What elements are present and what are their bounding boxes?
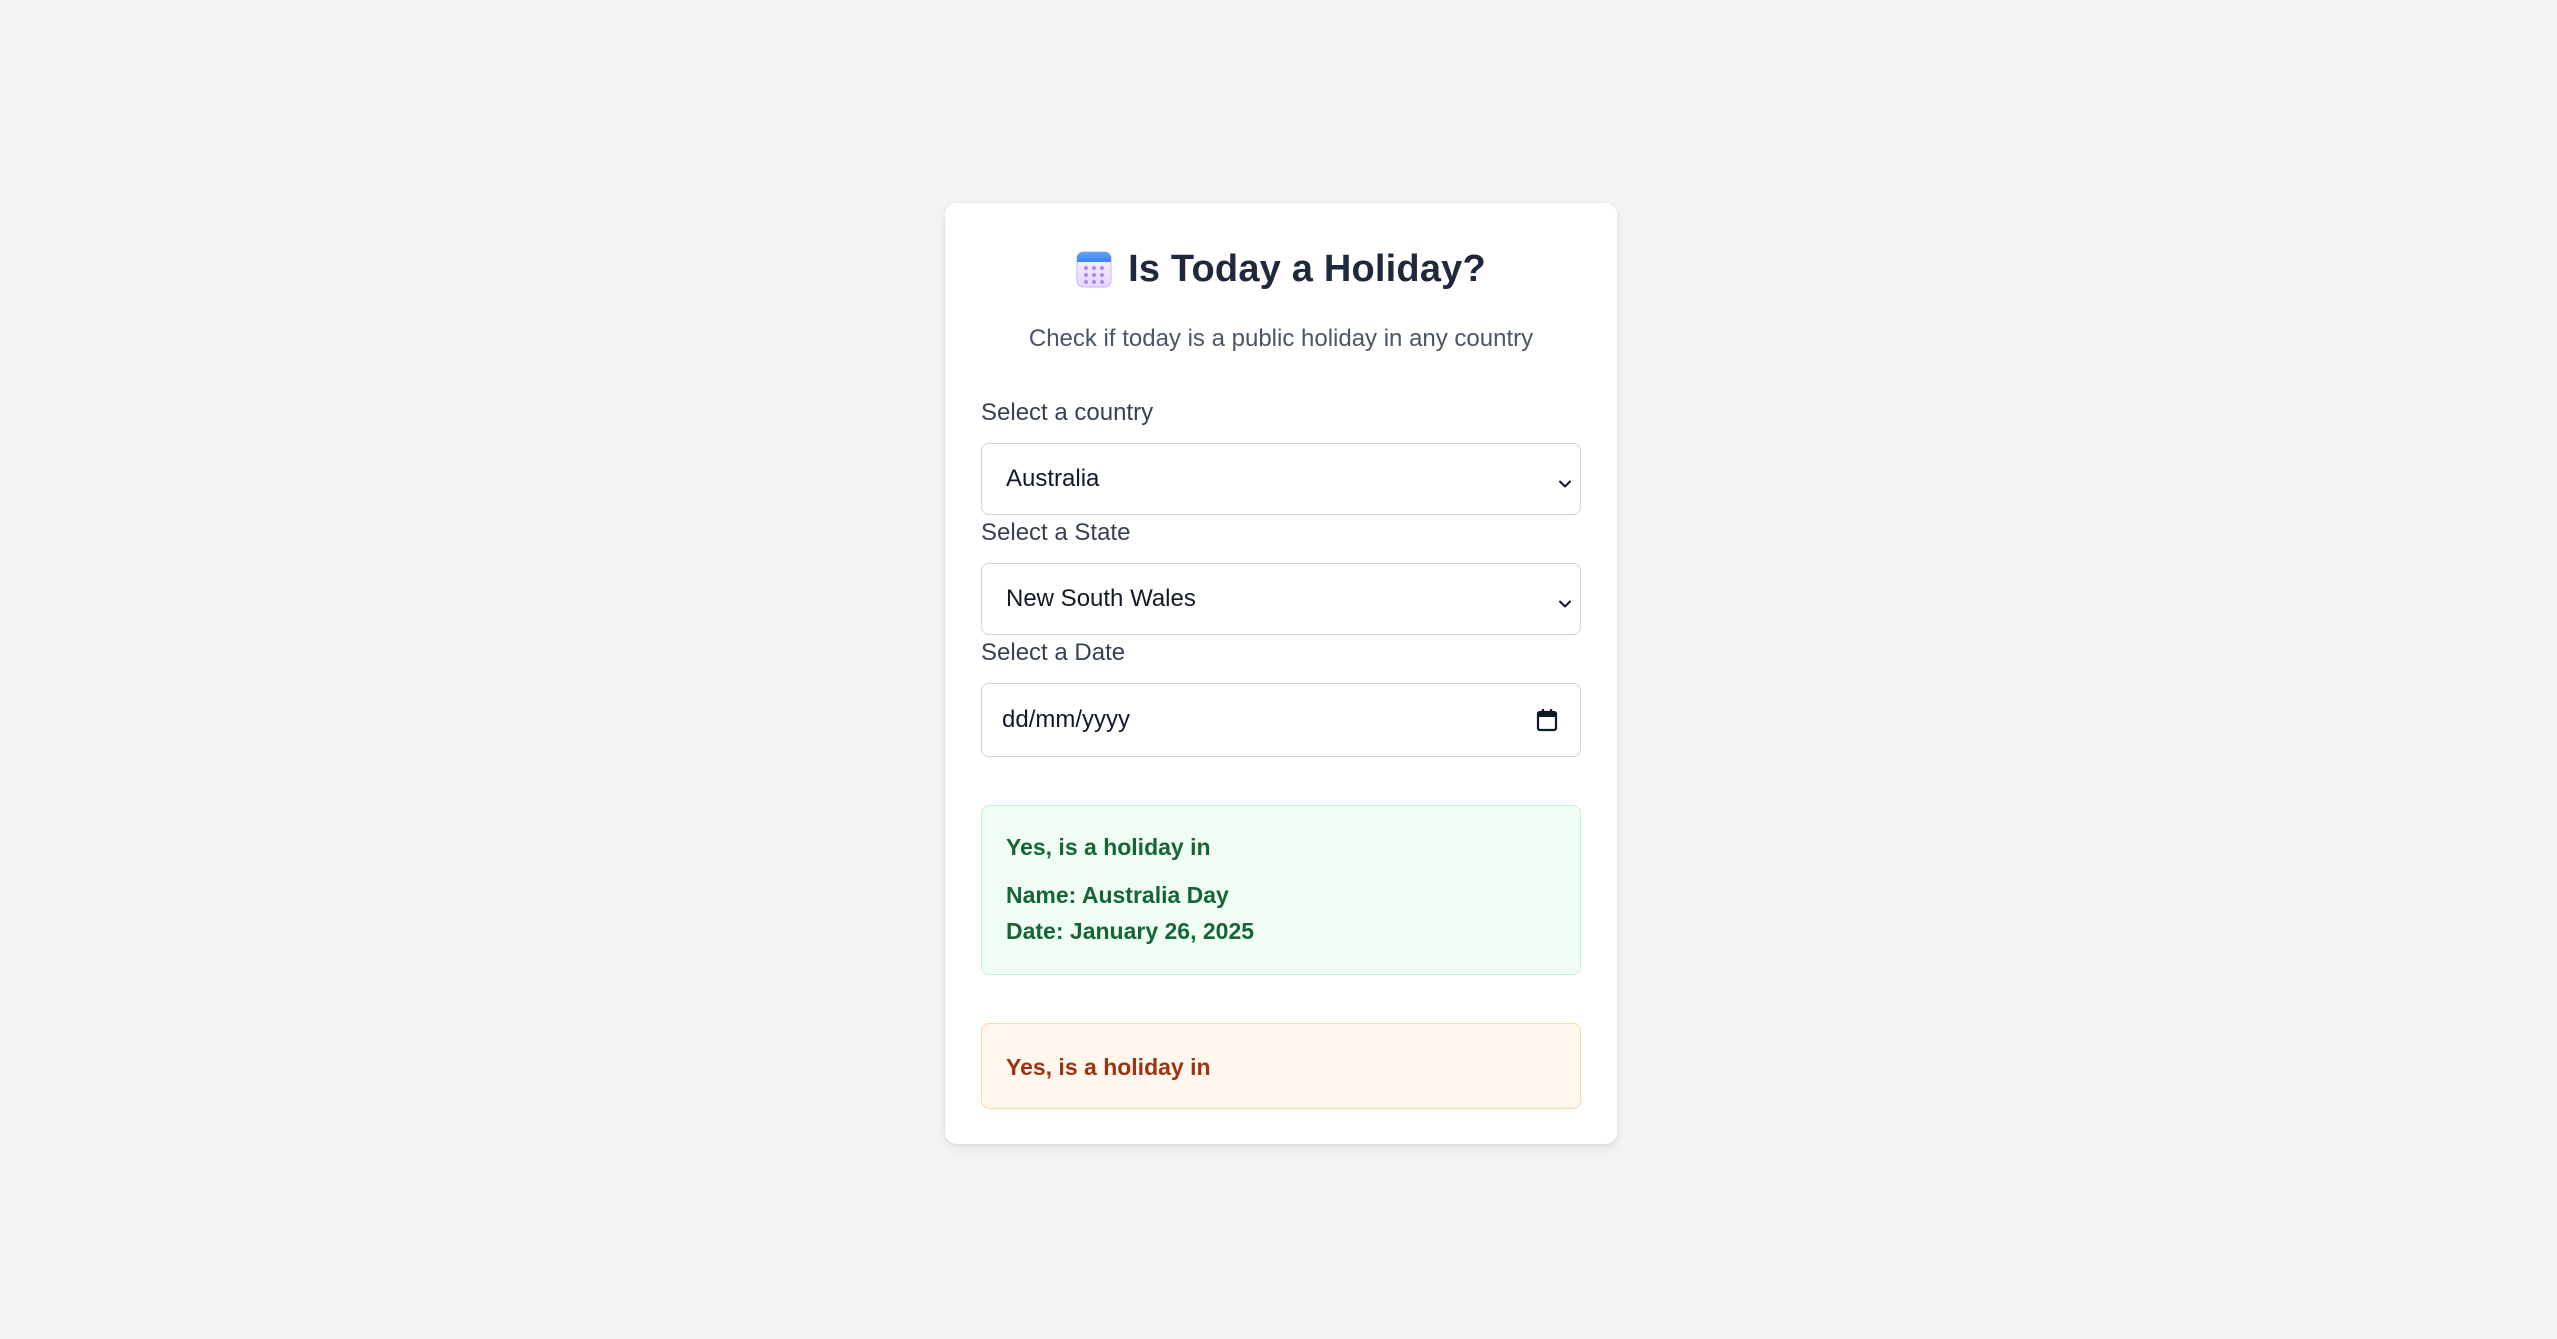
date-input-placeholder: dd/mm/yyyy <box>1002 706 1131 733</box>
result-heading-secondary: Yes, is a holiday in <box>1006 1054 1211 1080</box>
holiday-result-warning: Yes, is a holiday in <box>981 1023 1581 1109</box>
date-input[interactable]: dd/mm/yyyy <box>981 683 1581 757</box>
calendar-picker-icon[interactable] <box>1536 708 1558 732</box>
holiday-result-success: Yes, is a holiday in Name: Australia Day… <box>981 805 1581 975</box>
chevron-down-icon <box>1558 590 1572 608</box>
result-heading: Yes, is a holiday in <box>1006 834 1211 860</box>
state-select[interactable]: New South Wales <box>981 563 1581 635</box>
country-label: Select a country <box>981 399 1154 426</box>
state-select-value: New South Wales <box>1006 585 1196 612</box>
country-select-value: Australia <box>1006 465 1100 492</box>
date-label: Select a Date <box>981 639 1126 666</box>
chevron-down-icon <box>1558 470 1572 488</box>
state-label: Select a State <box>981 519 1131 546</box>
calendar-icon <box>1076 250 1112 288</box>
holiday-name: Name: Australia Day <box>1006 882 1229 908</box>
holiday-card: Is Today a Holiday? Check if today is a … <box>945 203 1617 1144</box>
page-subtitle: Check if today is a public holiday in an… <box>1028 325 1534 352</box>
page-title: Is Today a Holiday? <box>1128 247 1486 290</box>
title-row: Is Today a Holiday? <box>945 243 1617 295</box>
country-select[interactable]: Australia <box>981 443 1581 515</box>
holiday-date: Date: January 26, 2025 <box>1006 918 1255 944</box>
